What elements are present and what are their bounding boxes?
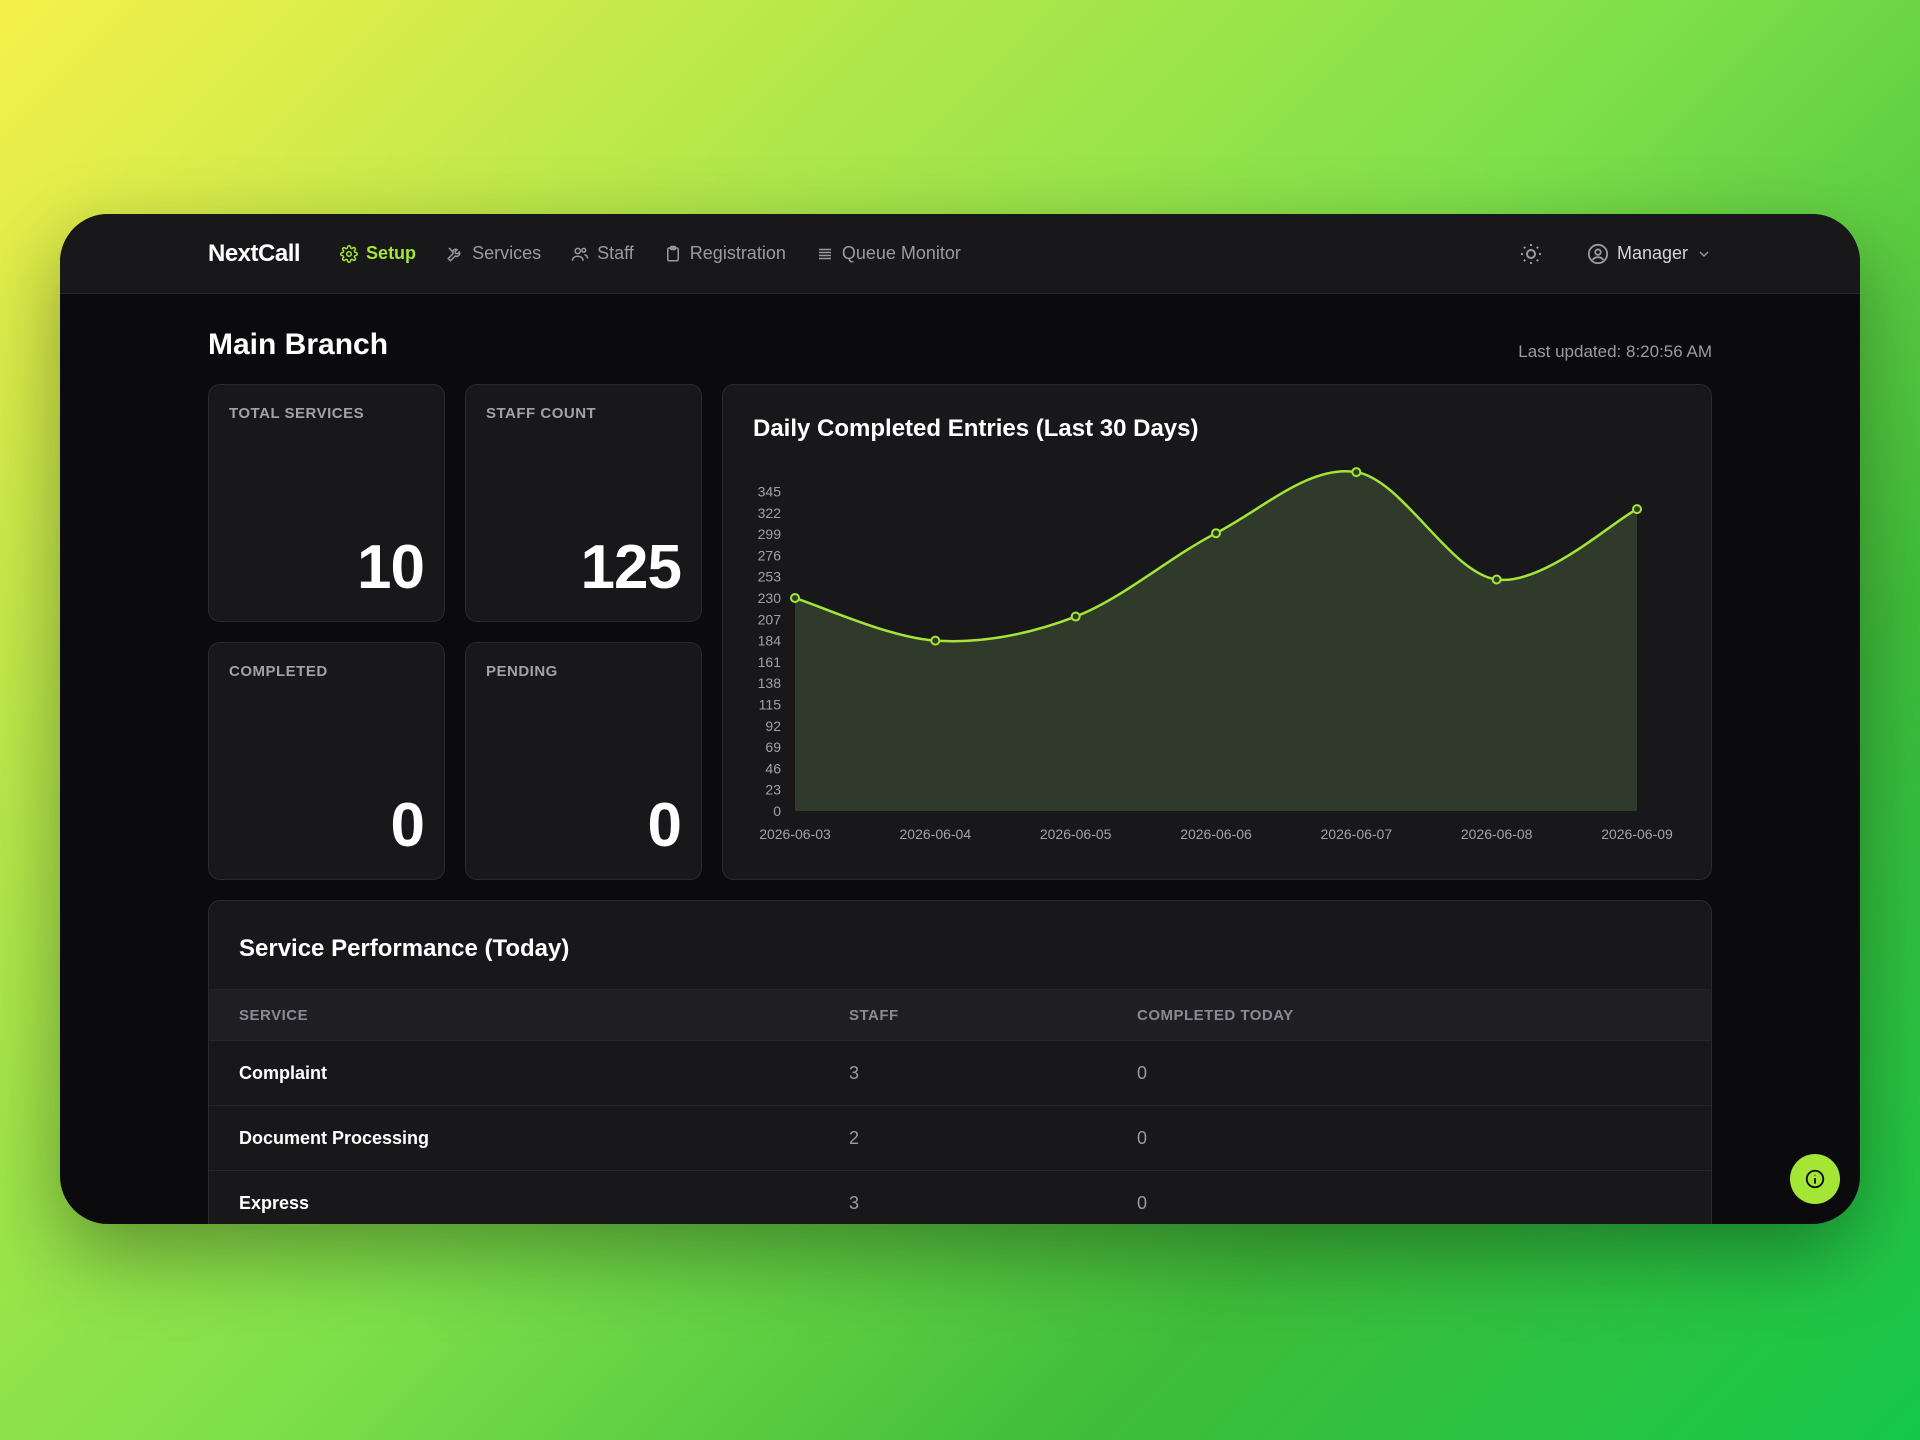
chart-card: Daily Completed Entries (Last 30 Days) 0…	[722, 384, 1712, 880]
info-icon	[1805, 1169, 1825, 1189]
y-tick-label: 299	[758, 526, 782, 542]
nav-queue-monitor[interactable]: Queue Monitor	[816, 243, 961, 264]
list-icon	[818, 248, 831, 259]
x-tick-label: 2026-06-07	[1321, 826, 1393, 842]
stat-value: 0	[390, 791, 425, 860]
stat-card-pending: PENDING 0	[465, 642, 702, 880]
nav-setup-label: Setup	[366, 243, 417, 263]
cell-service: Express	[239, 1192, 310, 1213]
dashboard-top-grid: TOTAL SERVICES 10 STAFF COUNT 125 COMPLE…	[208, 384, 1712, 880]
cell-completed: 0	[1137, 1062, 1148, 1083]
stat-value: 0	[647, 791, 682, 860]
user-menu-label: Manager	[1616, 243, 1688, 263]
chevron-down-icon	[1699, 251, 1709, 257]
x-tick-label: 2026-06-09	[1601, 826, 1673, 842]
clipboard-icon	[666, 245, 679, 261]
x-tick-label: 2026-06-05	[1040, 826, 1112, 842]
nav-services-label: Services	[472, 243, 542, 263]
nav-staff[interactable]: Staff	[571, 243, 634, 264]
y-tick-label: 23	[765, 782, 781, 798]
tools-icon	[447, 246, 461, 262]
x-tick-label: 2026-06-06	[1180, 826, 1252, 842]
column-header-service[interactable]: SERVICE	[209, 1007, 849, 1024]
data-point[interactable]	[1351, 467, 1362, 478]
y-tick-label: 115	[759, 697, 782, 713]
y-tick-label: 0	[773, 803, 781, 819]
nav-queue-monitor-label: Queue Monitor	[841, 243, 961, 263]
cell-staff: 2	[849, 1127, 860, 1148]
data-point[interactable]	[790, 593, 800, 604]
area-chart: 0 23 46 69 92 115 138 161 184 207 230 253 276 299 322 3…	[758, 467, 1673, 842]
column-header-staff[interactable]: STAFF	[849, 1007, 1137, 1024]
y-tick-label: 322	[758, 505, 782, 521]
table-title: Service Performance (Today)	[239, 935, 570, 962]
cell-staff: 3	[849, 1062, 860, 1083]
stat-label: PENDING	[486, 663, 558, 680]
stat-label: STAFF COUNT	[486, 405, 597, 422]
page-header: Main Branch Last updated: 8:20:56 AM	[208, 328, 1712, 362]
y-tick-label: 92	[765, 718, 781, 734]
data-point[interactable]	[1070, 611, 1081, 622]
top-navbar: NextCall Setup Services Staff Registrati…	[60, 214, 1860, 294]
stat-card-completed: COMPLETED 0	[208, 642, 445, 880]
stat-label: COMPLETED	[229, 663, 328, 680]
area-fill	[795, 471, 1637, 811]
app-window: NextCall Setup Services Staff Registrati…	[60, 214, 1860, 1224]
cell-completed: 0	[1137, 1192, 1148, 1213]
stat-value: 125	[580, 533, 682, 602]
x-tick-label: 2026-06-08	[1461, 826, 1533, 842]
data-point[interactable]	[1632, 504, 1642, 515]
nav-registration-label: Registration	[689, 243, 786, 263]
sun-icon[interactable]	[1519, 242, 1543, 266]
stat-card-total-services: TOTAL SERVICES 10	[208, 384, 445, 622]
last-updated-text: Last updated: 8:20:56 AM	[1518, 342, 1712, 361]
table-row[interactable]: Express 3 0	[209, 1171, 1711, 1224]
users-icon	[571, 247, 589, 261]
x-tick-label: 2026-06-03	[759, 826, 831, 842]
y-tick-label: 276	[758, 547, 782, 563]
y-tick-label: 46	[765, 760, 781, 776]
data-point[interactable]	[1211, 528, 1221, 539]
table-row[interactable]: Complaint 3 0	[209, 1041, 1711, 1106]
nav-setup[interactable]: Setup	[340, 243, 416, 264]
table-row[interactable]: Document Processing 2 0	[209, 1106, 1711, 1171]
stat-card-staff-count: STAFF COUNT 125	[465, 384, 702, 622]
main-content: Main Branch Last updated: 8:20:56 AM TOT…	[60, 294, 1860, 1224]
x-tick-label: 2026-06-04	[900, 826, 972, 842]
column-header-completed-today[interactable]: COMPLETED TODAY	[1137, 1007, 1711, 1024]
data-point[interactable]	[1491, 574, 1502, 585]
y-tick-label: 184	[758, 633, 782, 649]
service-performance-card: Service Performance (Today) SERVICE STAF…	[208, 900, 1712, 1224]
y-tick-label: 207	[758, 611, 782, 627]
nav-registration[interactable]: Registration	[664, 243, 786, 264]
cell-service: Document Processing	[239, 1127, 430, 1148]
nav-services[interactable]: Services	[446, 243, 541, 264]
table-header: SERVICE STAFF COMPLETED TODAY	[209, 989, 1711, 1041]
info-button[interactable]	[1790, 1154, 1840, 1204]
user-circle-icon	[1587, 243, 1609, 264]
stat-value: 10	[357, 533, 425, 602]
y-tick-label: 138	[758, 675, 782, 691]
cell-service: Complaint	[239, 1062, 327, 1083]
data-point[interactable]	[930, 635, 941, 646]
nav-right: Manager	[1519, 242, 1712, 266]
user-menu[interactable]: Manager	[1587, 243, 1712, 265]
cell-staff: 3	[849, 1192, 860, 1213]
y-tick-label: 345	[758, 484, 782, 500]
stat-label: TOTAL SERVICES	[229, 405, 365, 422]
y-tick-label: 161	[758, 654, 782, 670]
brand-logo[interactable]: NextCall	[208, 240, 301, 268]
y-tick-label: 230	[758, 590, 782, 606]
gear-icon	[340, 244, 358, 263]
y-tick-label: 69	[765, 739, 781, 755]
cell-completed: 0	[1137, 1127, 1148, 1148]
nav-staff-label: Staff	[597, 243, 634, 263]
page-title: Main Branch	[208, 328, 389, 361]
y-tick-label: 253	[758, 569, 782, 585]
